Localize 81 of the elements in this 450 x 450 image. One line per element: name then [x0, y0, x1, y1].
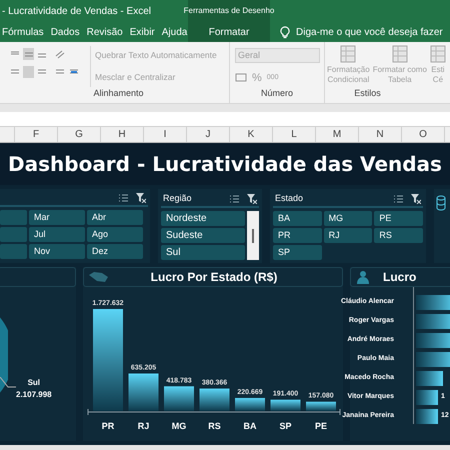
axis-label: MG — [172, 421, 186, 431]
bar — [200, 388, 230, 411]
bar — [306, 402, 336, 411]
column-header[interactable]: N — [359, 127, 402, 142]
slicer-item[interactable] — [0, 210, 27, 225]
column-header[interactable]: I — [144, 127, 187, 142]
multi-select-icon — [119, 194, 128, 202]
chart-title: Lucro — [383, 269, 416, 286]
ribbon-tab[interactable]: Fórmulas — [2, 22, 44, 42]
slicer-item[interactable]: Sul — [161, 245, 245, 260]
bar — [416, 294, 450, 310]
slicer-item[interactable]: SP — [273, 245, 322, 260]
table-icon — [430, 45, 446, 63]
slicer-item[interactable]: Sudeste — [161, 228, 245, 243]
bar — [235, 398, 265, 411]
column-header[interactable]: L — [273, 127, 316, 142]
slicer-item[interactable]: PE — [374, 211, 423, 226]
slicer-item[interactable]: RJ — [324, 228, 372, 243]
bar — [416, 390, 438, 404]
column-header[interactable]: G — [58, 127, 101, 142]
pie-label: Sul — [28, 377, 40, 389]
map-icon — [88, 271, 110, 283]
multi-select-icon — [394, 194, 403, 204]
chart-title: Lucro Por Estado (R$) — [150, 269, 278, 286]
bar — [416, 370, 443, 386]
column-header[interactable]: J — [187, 127, 230, 142]
column-header[interactable]: H — [101, 127, 144, 142]
slicer-title: Estado — [275, 192, 304, 206]
pie-value: 2.107.998 — [16, 389, 52, 401]
bar — [164, 386, 194, 411]
slicer-title: Região — [163, 192, 193, 206]
clear-filter-icon — [411, 194, 421, 204]
slicer-item[interactable]: Nov — [29, 244, 85, 259]
currency-icon — [235, 72, 247, 83]
bar — [416, 408, 438, 424]
leader-line — [0, 377, 16, 389]
multi-select-icon — [230, 194, 239, 204]
axis-label: PE — [315, 421, 327, 431]
axis-label: RS — [208, 421, 221, 431]
ribbon-tab[interactable]: Exibir — [130, 22, 155, 42]
slicer-item[interactable]: PR — [273, 228, 322, 243]
clear-filter-icon — [136, 193, 146, 203]
table-icon — [340, 45, 356, 63]
slicer-item[interactable]: BA — [273, 211, 322, 226]
bar — [128, 374, 158, 411]
column-header[interactable]: K — [230, 127, 273, 142]
slicer-item[interactable]: Jul — [29, 227, 85, 242]
group-label: Estilos — [353, 86, 382, 100]
column-header[interactable]: O — [402, 127, 445, 142]
person-icon — [357, 270, 369, 284]
scrollbar[interactable] — [247, 211, 259, 260]
slicer-item[interactable] — [0, 244, 27, 259]
group-label: Alinhamento — [92, 86, 145, 100]
ribbon-tab[interactable]: Revisão — [86, 22, 123, 42]
bar — [416, 314, 450, 328]
group-label: Número — [260, 86, 294, 100]
slicer-item[interactable]: MG — [324, 211, 372, 226]
tell-me-field[interactable]: Diga-me o que você deseja fazer — [296, 24, 443, 40]
slicer-item[interactable]: Mar — [29, 210, 85, 225]
slicer-item[interactable]: Abr — [87, 210, 143, 225]
ribbon-tab[interactable]: Ajuda — [162, 22, 188, 42]
axis-label: RJ — [138, 421, 150, 431]
bar — [416, 352, 450, 366]
slicer-item[interactable]: RS — [374, 228, 423, 243]
slicer-item[interactable]: Dez — [87, 244, 143, 259]
bar — [416, 332, 450, 348]
bar — [270, 400, 300, 411]
clear-filter-icon — [247, 194, 257, 204]
axis-label: BA — [244, 421, 256, 431]
axis-label: PR — [102, 421, 114, 431]
table-icon — [392, 45, 408, 63]
axis-label: SP — [280, 421, 292, 431]
ribbon-tab[interactable]: Dados — [50, 22, 80, 42]
slicer-item[interactable]: Ago — [87, 227, 143, 242]
slicer-item[interactable] — [0, 227, 27, 242]
slicer-item[interactable]: Nordeste — [161, 211, 245, 226]
lightbulb-icon — [280, 26, 290, 38]
column-header[interactable]: F — [15, 127, 58, 142]
formula-bar[interactable] — [0, 112, 450, 127]
column-header[interactable]: M — [316, 127, 359, 142]
dashboard-title: Dashboard - Lucratividade das Vendas — [0, 143, 450, 185]
